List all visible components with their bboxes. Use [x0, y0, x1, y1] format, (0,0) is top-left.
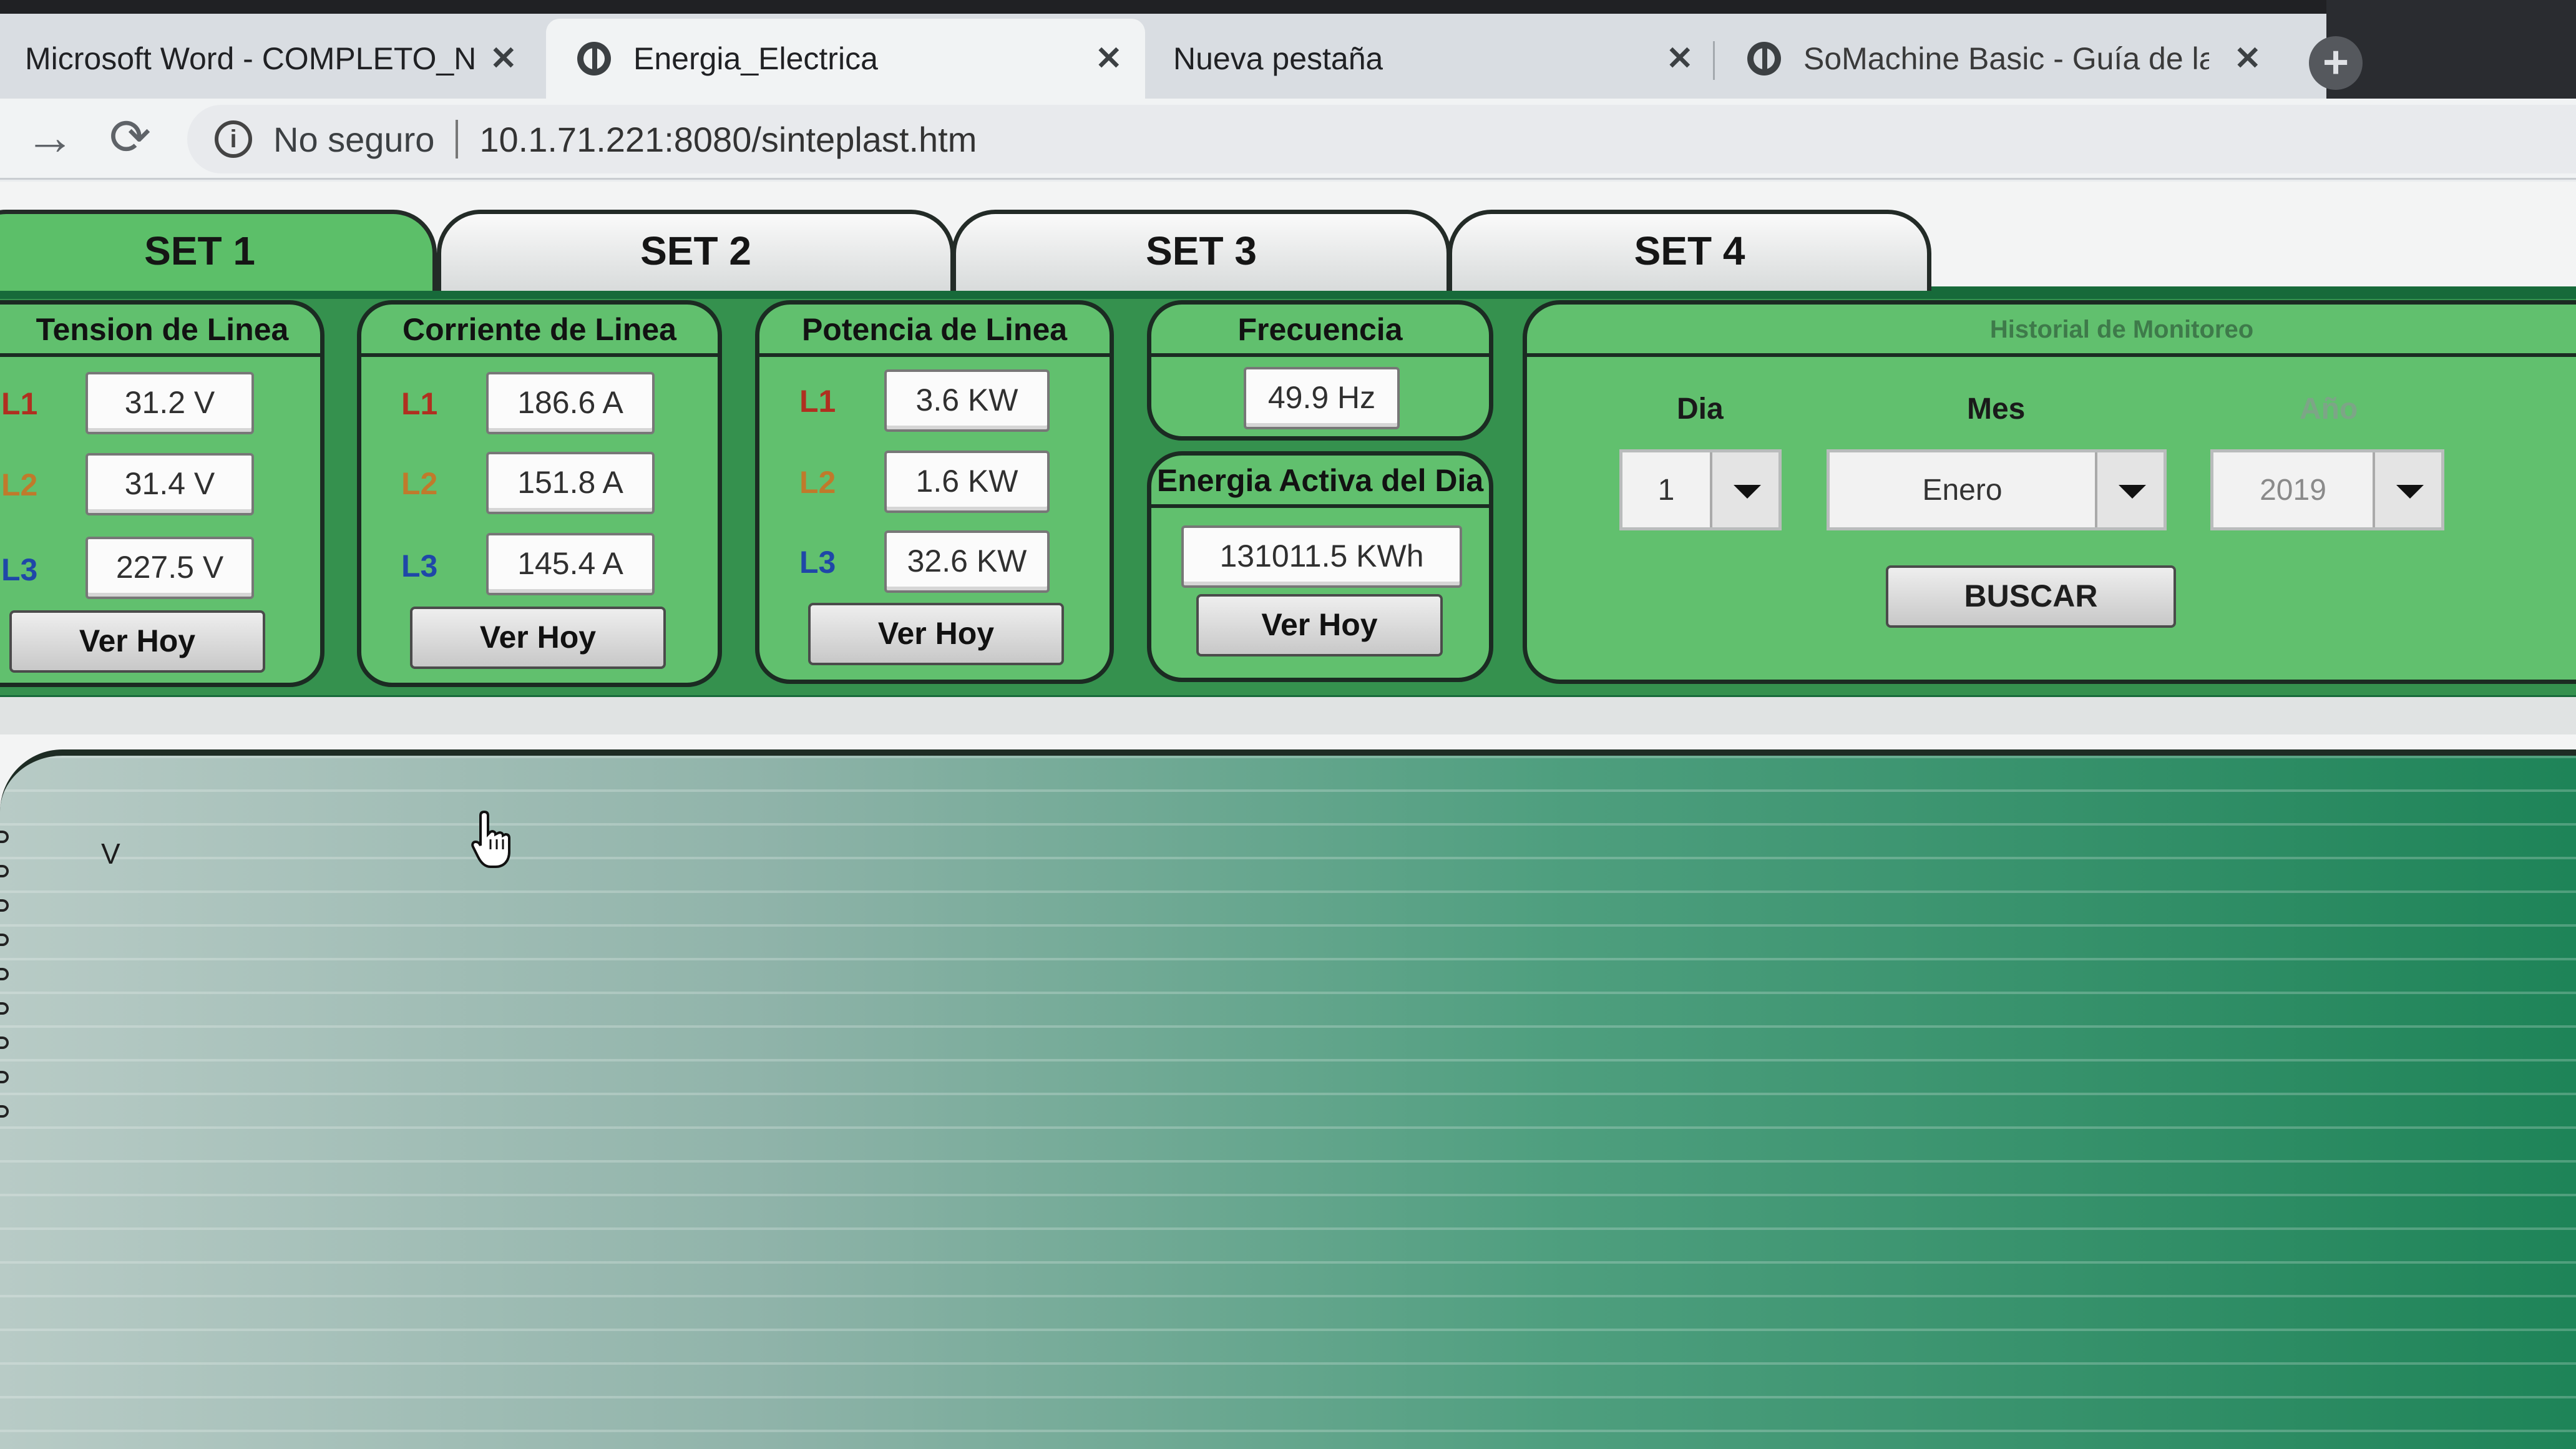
- ver-hoy-button[interactable]: Ver Hoy: [410, 607, 666, 669]
- hand-cursor-icon: [471, 810, 510, 868]
- web-page: SET 1 SET 2 SET 3 SET 4 Tension de Linea…: [0, 182, 2576, 1449]
- anio-label: Año: [2300, 393, 2358, 426]
- axis-tick: [0, 865, 9, 877]
- tab-set-3[interactable]: SET 3: [952, 210, 1451, 291]
- tab-title: Energia_Electrica: [633, 41, 878, 76]
- corriente-l1-value: 186.6 A: [486, 372, 655, 434]
- line-label: L3: [1, 552, 38, 587]
- tab-somachine[interactable]: SoMachine Basic - Guía de la bi ✕: [1722, 19, 2284, 99]
- frecuencia-value: 49.9 Hz: [1244, 367, 1400, 429]
- corriente-l2-value: 151.8 A: [486, 452, 655, 514]
- close-icon[interactable]: ✕: [2234, 40, 2261, 77]
- browser-toolbar: → ⟳ i No seguro 10.1.71.221:8080/sintepl…: [0, 99, 2576, 180]
- reload-icon[interactable]: ⟳: [109, 112, 151, 162]
- globe-icon: [577, 42, 611, 76]
- window-caption-area: [2326, 0, 2576, 99]
- potencia-l2-value: 1.6 KW: [884, 451, 1050, 513]
- ver-hoy-button[interactable]: Ver Hoy: [808, 603, 1064, 665]
- line-label: L1: [401, 386, 438, 421]
- chart-unit-label: V: [101, 837, 120, 870]
- tab-separator: [1713, 41, 1715, 80]
- anio-value: 2019: [2260, 473, 2326, 507]
- tension-l2-value: 31.4 V: [85, 453, 254, 515]
- tension-l1-value: 31.2 V: [85, 372, 254, 434]
- axis-tick: [0, 968, 9, 980]
- potencia-l1-value: 3.6 KW: [884, 369, 1050, 432]
- tab-nueva-pestana[interactable]: Nueva pestaña ✕: [1148, 19, 1704, 99]
- tab-title: Microsoft Word - COMPLETO_NF: [25, 41, 474, 76]
- frecuencia-panel: Frecuencia 49.9 Hz: [1147, 300, 1493, 441]
- close-icon[interactable]: ✕: [1095, 40, 1123, 77]
- line-label: L3: [799, 545, 836, 580]
- url-text: 10.1.71.221:8080/sinteplast.htm: [479, 119, 977, 159]
- tab-microsoft-word[interactable]: Microsoft Word - COMPLETO_NF ✕: [0, 19, 537, 99]
- forward-arrow-icon[interactable]: →: [25, 112, 75, 162]
- axis-tick: [0, 1105, 9, 1118]
- historial-panel: Historial de Monitoreo Dia Mes Año 1 Ene…: [1523, 300, 2576, 684]
- screen: { "browser": { "tabs": [ {"title": "Micr…: [0, 0, 2576, 1449]
- line-label: L1: [799, 384, 836, 419]
- security-label: No seguro: [273, 119, 435, 159]
- line-label: L3: [401, 549, 438, 583]
- energia-panel: Energia Activa del Dia 131011.5 KWh Ver …: [1147, 451, 1493, 682]
- line-label: L1: [1, 386, 38, 421]
- mes-value: Enero: [1922, 473, 2003, 507]
- axis-tick: [0, 1071, 9, 1083]
- line-label: L2: [1, 467, 38, 502]
- ver-hoy-button[interactable]: Ver Hoy: [9, 610, 265, 673]
- mes-select[interactable]: Enero: [1827, 449, 2167, 530]
- window-top-bar: [0, 0, 2576, 14]
- line-label: L2: [401, 466, 438, 501]
- axis-tick: [0, 934, 9, 946]
- panel-title: Corriente de Linea: [361, 305, 718, 357]
- tab-label: SET 3: [1146, 228, 1257, 273]
- tab-label: SET 4: [1634, 228, 1745, 273]
- potencia-panel: Potencia de Linea L1 3.6 KW L2 1.6 KW L3…: [755, 300, 1114, 684]
- corriente-l3-value: 145.4 A: [486, 533, 655, 595]
- band-divider: [0, 697, 2576, 734]
- panel-title: Potencia de Linea: [759, 305, 1110, 357]
- panel-title: Energia Activa del Dia: [1151, 456, 1489, 508]
- tab-title: Nueva pestaña: [1173, 41, 1383, 76]
- tab-label: SET 1: [144, 228, 255, 273]
- chevron-down-icon[interactable]: [1710, 452, 1778, 527]
- tab-title: SoMachine Basic - Guía de la bi: [1803, 41, 2209, 76]
- potencia-l3-value: 32.6 KW: [884, 530, 1050, 593]
- address-bar[interactable]: i No seguro 10.1.71.221:8080/sinteplast.…: [187, 105, 2576, 173]
- dia-value: 1: [1657, 473, 1675, 507]
- close-icon[interactable]: ✕: [490, 40, 517, 77]
- chart-area: V: [0, 749, 2576, 1449]
- ver-hoy-button[interactable]: Ver Hoy: [1196, 594, 1443, 656]
- new-tab-plus-icon[interactable]: +: [2309, 36, 2363, 90]
- browser-tab-strip: Microsoft Word - COMPLETO_NF ✕ Energia_E…: [0, 0, 2576, 99]
- axis-tick: [0, 831, 9, 843]
- axis-tick: [0, 1002, 9, 1015]
- mes-label: Mes: [1967, 393, 2026, 426]
- tab-set-2[interactable]: SET 2: [437, 210, 955, 291]
- anio-select[interactable]: 2019: [2210, 449, 2444, 530]
- panel-title: Tension de Linea: [0, 305, 320, 357]
- buscar-button[interactable]: BUSCAR: [1886, 565, 2176, 628]
- dia-label: Dia: [1677, 393, 1724, 426]
- axis-tick: [0, 899, 9, 912]
- panel-title: Historial de Monitoreo: [1527, 305, 2576, 357]
- dia-select[interactable]: 1: [1619, 449, 1782, 530]
- corriente-panel: Corriente de Linea L1 186.6 A L2 151.8 A…: [357, 300, 722, 687]
- close-icon[interactable]: ✕: [1666, 40, 1694, 77]
- line-label: L2: [799, 465, 836, 500]
- tab-set-4[interactable]: SET 4: [1448, 210, 1931, 291]
- axis-tick: [0, 1037, 9, 1049]
- panel-title: Frecuencia: [1151, 305, 1489, 357]
- tab-set-1[interactable]: SET 1: [0, 210, 437, 291]
- tension-l3-value: 227.5 V: [85, 537, 254, 599]
- globe-icon: [1747, 42, 1781, 76]
- tab-energia-electrica[interactable]: Energia_Electrica ✕: [546, 19, 1145, 99]
- tab-label: SET 2: [640, 228, 751, 273]
- chevron-down-icon[interactable]: [2095, 452, 2164, 527]
- chevron-down-icon[interactable]: [2373, 452, 2441, 527]
- tension-panel: Tension de Linea L1 31.2 V L2 31.4 V L3 …: [0, 300, 324, 687]
- info-icon[interactable]: i: [215, 120, 252, 158]
- energia-value: 131011.5 KWh: [1181, 525, 1462, 588]
- address-divider: [456, 120, 459, 159]
